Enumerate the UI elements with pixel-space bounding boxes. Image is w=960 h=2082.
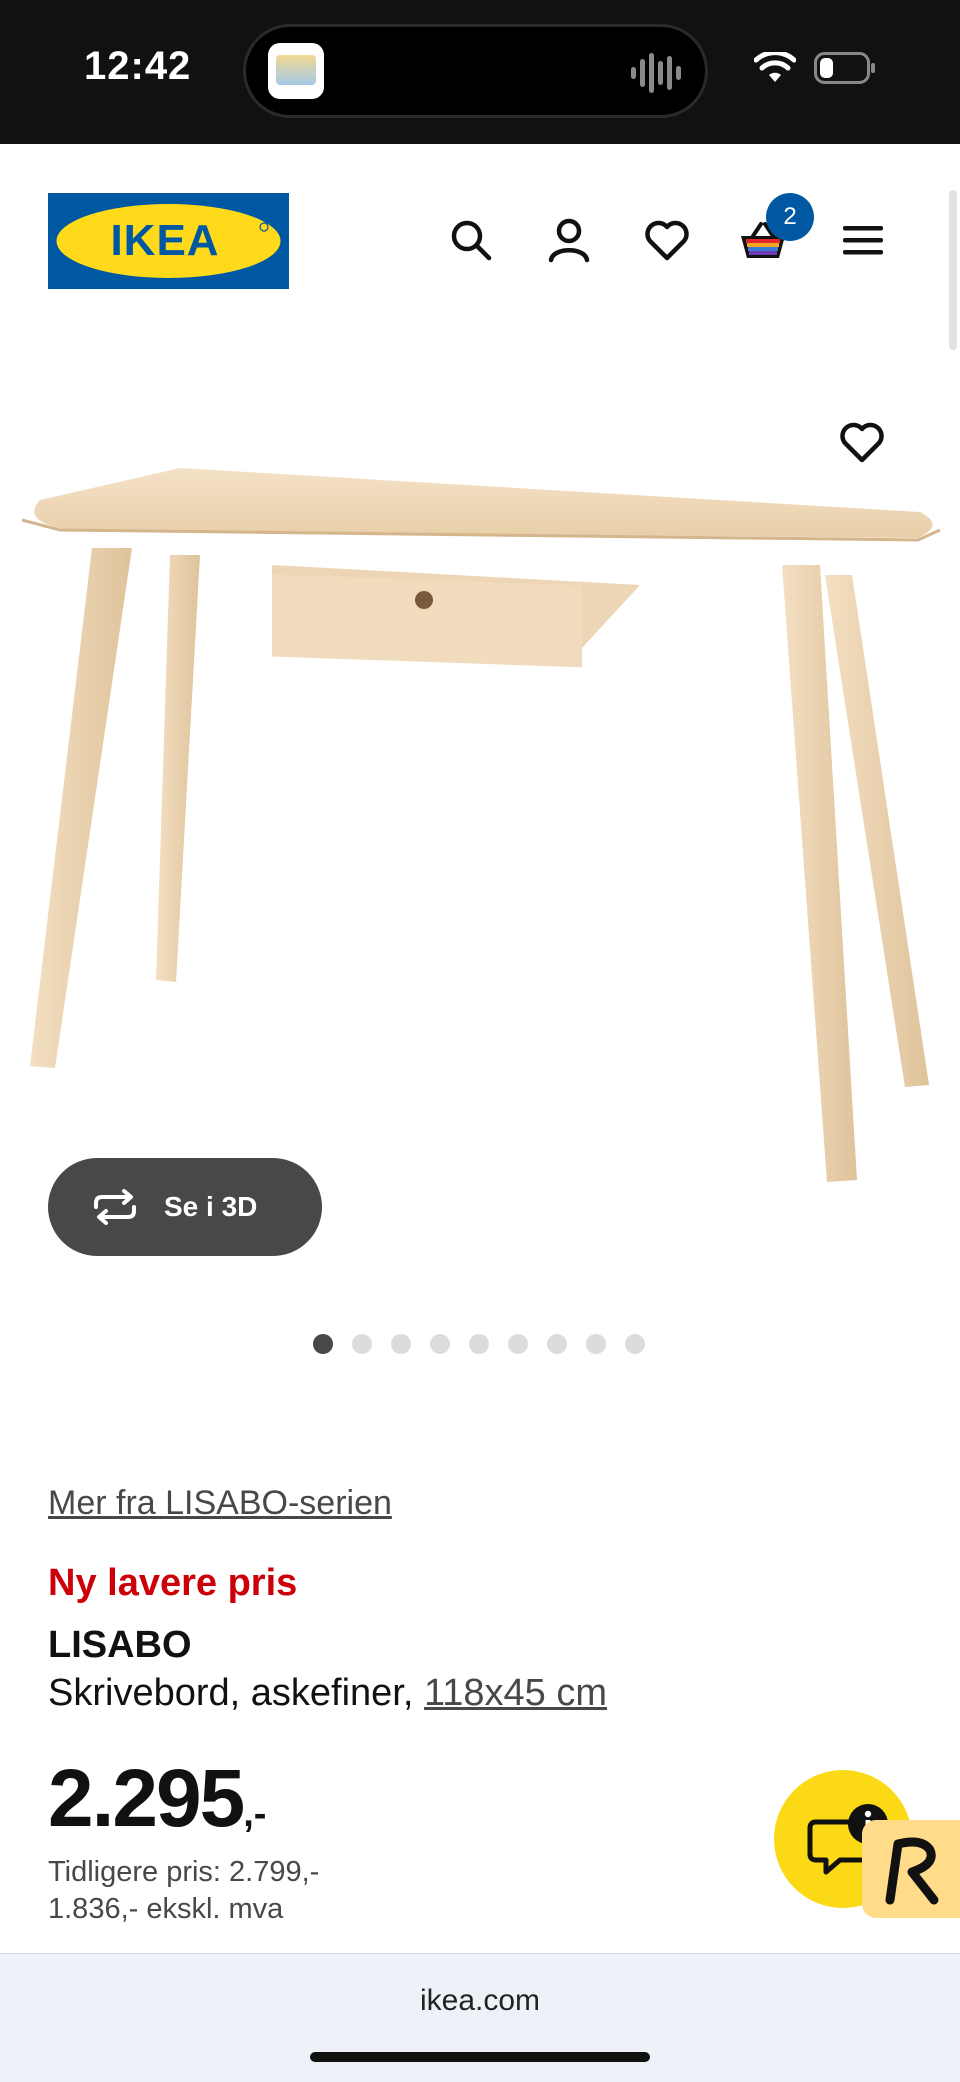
price-suffix: ,-: [243, 1793, 267, 1835]
pagination-dot[interactable]: [430, 1334, 450, 1354]
pagination-dot[interactable]: [625, 1334, 645, 1354]
rotate-3d-icon: [94, 1189, 136, 1225]
site-header: IKEA 2: [0, 144, 960, 334]
now-playing-app-icon: [268, 43, 324, 99]
add-to-wishlist-icon[interactable]: [838, 418, 886, 466]
pagination-dot[interactable]: [391, 1334, 411, 1354]
logo-text: IKEA: [110, 216, 219, 265]
product-image[interactable]: [0, 380, 960, 1200]
account-icon[interactable]: [545, 216, 593, 264]
view-in-3d-button[interactable]: Se i 3D: [48, 1158, 322, 1256]
dimensions-link[interactable]: 118x45 cm: [424, 1672, 607, 1714]
status-bar: 12:42: [0, 0, 960, 144]
pagination-dot[interactable]: [508, 1334, 528, 1354]
search-icon[interactable]: [447, 216, 495, 264]
previous-price: Tidligere pris: 2.799,-: [48, 1856, 320, 1888]
pagination-dot[interactable]: [469, 1334, 489, 1354]
reader-extension-badge[interactable]: [862, 1820, 960, 1918]
r-logo-icon: [885, 1837, 939, 1905]
view-in-3d-label: Se i 3D: [164, 1191, 258, 1222]
product-type: Skrivebord, askefiner,: [48, 1672, 414, 1714]
heart-icon[interactable]: [643, 216, 691, 264]
home-indicator[interactable]: [310, 2052, 650, 2062]
series-link[interactable]: Mer fra LISABO-serien: [48, 1484, 392, 1523]
wifi-icon: [753, 50, 797, 82]
status-time: 12:42: [84, 44, 192, 88]
product-name: LISABO: [48, 1624, 192, 1666]
promo-label: Ny lavere pris: [48, 1562, 298, 1604]
dynamic-island[interactable]: [243, 24, 708, 118]
image-pagination: [313, 1334, 645, 1354]
pagination-dot[interactable]: [313, 1334, 333, 1354]
product-description: Skrivebord, askefiner, 118x45 cm: [48, 1672, 607, 1715]
browser-address-bar[interactable]: ikea.com: [0, 1953, 960, 2082]
price-value: 2.295: [48, 1753, 245, 1844]
pagination-dot[interactable]: [547, 1334, 567, 1354]
battery-icon: [814, 52, 875, 84]
menu-icon[interactable]: [839, 216, 887, 264]
status-indicators: [753, 50, 876, 84]
product-price: 2.295,-: [48, 1752, 266, 1846]
pagination-dot[interactable]: [586, 1334, 606, 1354]
url-text[interactable]: ikea.com: [0, 1984, 960, 2018]
ikea-logo[interactable]: IKEA: [48, 193, 289, 289]
page-scrollbar[interactable]: [949, 190, 957, 350]
price-ex-vat: 1.836,- ekskl. mva: [48, 1893, 284, 1925]
pagination-dot[interactable]: [352, 1334, 372, 1354]
cart-count-badge: 2: [766, 193, 814, 241]
audio-waveform-icon: [631, 53, 681, 93]
